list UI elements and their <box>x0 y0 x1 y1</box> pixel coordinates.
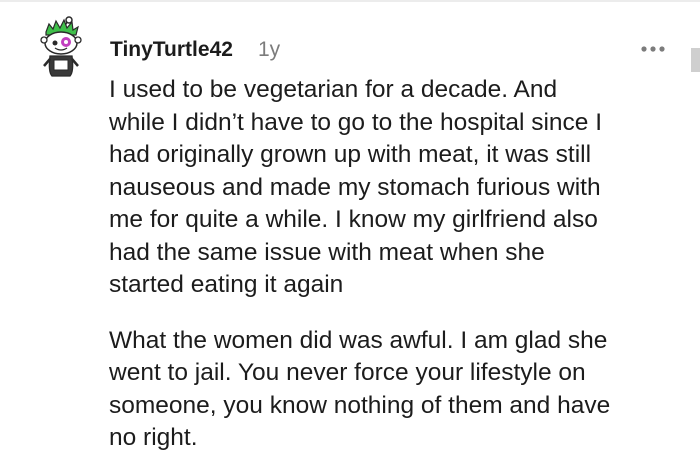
comment-username[interactable]: TinyTurtle42 <box>110 38 233 62</box>
user-avatar-icon[interactable] <box>38 16 84 78</box>
comment-paragraph: I used to be vegetarian for a decade. An… <box>109 76 603 298</box>
more-options-icon <box>641 46 665 52</box>
comment-paragraph: What the women did was awful. I am glad … <box>109 326 611 452</box>
top-divider <box>0 0 700 2</box>
scrollbar-thumb[interactable] <box>691 48 700 72</box>
comment-body: I used to be vegetarian for a decade. An… <box>109 74 679 455</box>
more-options-button[interactable] <box>637 38 669 60</box>
comment-timestamp: 1y <box>258 38 281 61</box>
